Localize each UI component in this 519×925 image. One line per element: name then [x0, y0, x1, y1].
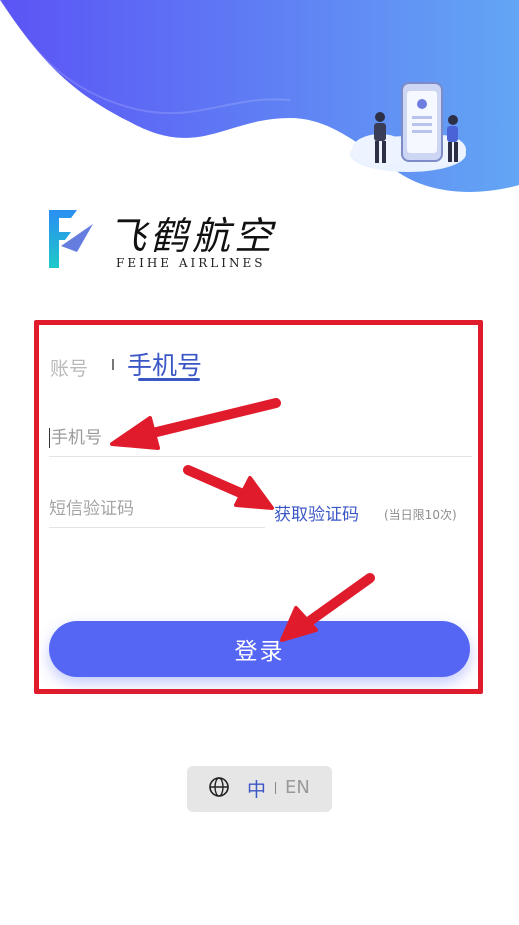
language-option-zh[interactable]: 中 [247, 775, 266, 802]
brand-name-cn: 飞鹤航空 [108, 214, 277, 258]
text-caret [49, 428, 50, 448]
brand-name-en: FEIHE AIRLINES [116, 256, 266, 270]
header-illustration [0, 0, 519, 192]
active-tab-indicator [138, 378, 200, 381]
globe-icon [209, 777, 229, 797]
sms-code-input[interactable] [49, 491, 265, 528]
login-button[interactable]: 登录 [49, 621, 470, 677]
tab-account[interactable]: 账号 [50, 354, 88, 381]
tab-phone[interactable]: 手机号 [127, 346, 202, 382]
language-option-en[interactable]: EN [285, 777, 310, 798]
tab-divider [112, 359, 114, 370]
brand-logo-icon [49, 210, 93, 268]
language-divider [275, 782, 276, 794]
get-code-link[interactable]: 获取验证码 [274, 500, 359, 525]
phone-number-input[interactable] [49, 420, 472, 457]
daily-limit-note: (当日限10次) [384, 508, 457, 522]
